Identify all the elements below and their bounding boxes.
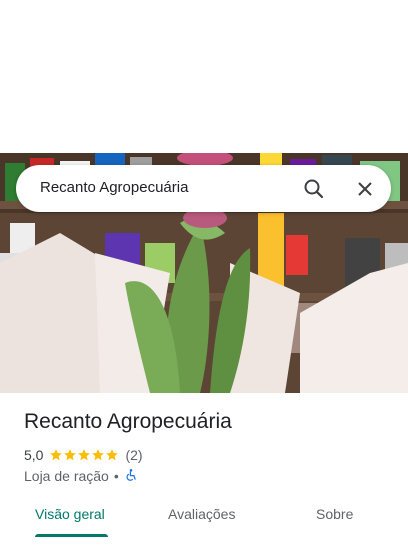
rating-value: 5,0 [24,447,44,463]
rating-row[interactable]: 5,0 (2) [24,446,143,464]
tab-overview[interactable]: Visão geral [35,506,105,522]
star-icon [78,449,91,461]
star-icon [50,449,63,461]
active-tab-indicator [35,534,108,537]
star-icon [106,449,119,461]
wheelchair-icon [124,468,138,485]
star-rating [49,448,119,462]
search-input[interactable]: Recanto Agropecuária [40,179,188,196]
review-count[interactable]: (2) [125,447,142,463]
top-blank-area [0,0,408,153]
tab-about[interactable]: Sobre [316,506,353,522]
search-bar[interactable]: Recanto Agropecuária [16,165,391,212]
place-title: Recanto Agropecuária [24,410,232,433]
close-icon[interactable] [353,177,377,201]
place-tabs: Visão geral Avaliações Sobre [0,498,408,538]
place-category: Loja de ração [24,468,109,484]
category-row: Loja de ração • [24,467,138,485]
star-icon [64,449,77,461]
separator: • [113,468,119,484]
tab-reviews[interactable]: Avaliações [168,506,235,522]
search-icon[interactable] [302,177,326,201]
star-icon [92,449,105,461]
